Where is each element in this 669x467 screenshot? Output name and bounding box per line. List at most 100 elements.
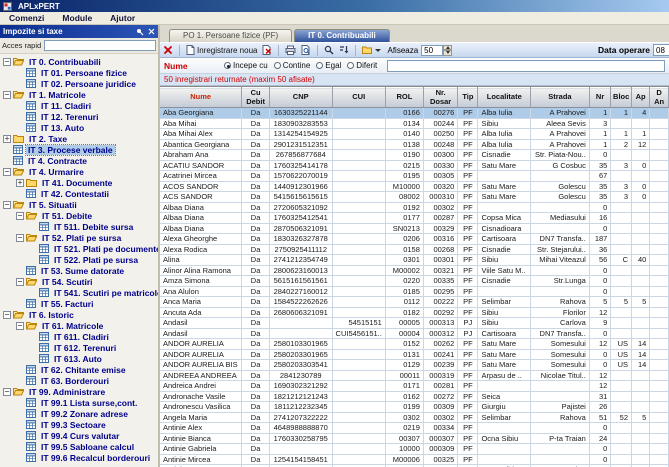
tab-po-1-persoane-fizice-pf-[interactable]: PO 1. Persoane fizice (PF) (169, 29, 292, 42)
table-row[interactable]: ANDREEA ANDREEADa284123078900011000319PF… (160, 370, 669, 381)
table-row[interactable]: Abantica GeorgianaDa29012315123510138002… (160, 139, 669, 150)
column-header-nr-dosar[interactable]: Nr. Dosar (423, 88, 457, 108)
tree-item[interactable]: IT 42. Contestatii (0, 188, 158, 199)
tree-item[interactable]: −IT 51. Debite (0, 210, 158, 221)
radio-button[interactable] (224, 62, 231, 69)
quick-access-input[interactable] (44, 40, 156, 51)
search-button[interactable] (323, 45, 335, 55)
tree-item[interactable]: −IT 6. Istoric (0, 309, 158, 320)
table-row[interactable]: Aba MihaiDa1830903283553013400244PFSibiu… (160, 118, 669, 129)
table-row[interactable]: ANDOR AURELIADa2580103301965015200262PFS… (160, 339, 669, 350)
collapse-icon[interactable]: − (3, 311, 11, 319)
show-count-spinner[interactable] (421, 45, 452, 56)
tree-item[interactable]: −IT 99. Administrare (0, 386, 158, 397)
radio-button[interactable] (347, 62, 354, 69)
table-row[interactable]: Albaa DianaDa1760325412541017700287PFCop… (160, 213, 669, 224)
delete-record-button[interactable] (261, 45, 273, 55)
show-count-input[interactable] (421, 45, 443, 56)
spinner-down-icon[interactable] (443, 50, 452, 56)
collapse-icon[interactable]: − (3, 58, 11, 66)
tree-item[interactable]: IT 613. Auto (0, 353, 158, 364)
filter-option-egal[interactable]: Egal (316, 61, 341, 70)
table-row[interactable]: Anca MariaDa1584522262626011200222PFSeli… (160, 297, 669, 308)
filter-option-contine[interactable]: Contine (274, 61, 311, 70)
table-row[interactable]: Aba GeorgianaDa1630325221144016600276PFA… (160, 108, 669, 119)
filter-option-diferit[interactable]: Diferit (347, 61, 377, 70)
table-row[interactable]: Alinor Alina RamonaDa2800623160013M00002… (160, 265, 669, 276)
tree-item[interactable]: IT 612. Terenuri (0, 342, 158, 353)
table-row[interactable]: Acatrinei MirceaDa1570622070019019500305… (160, 171, 669, 182)
column-header-ap[interactable]: Ap (632, 88, 650, 108)
tree-item[interactable]: IT 01. Persoane fizice (0, 67, 158, 78)
table-row[interactable]: Alexa GheorgheDa1830326327878020600316PF… (160, 234, 669, 245)
collapse-icon[interactable]: − (16, 234, 24, 242)
collapse-icon[interactable]: − (16, 322, 24, 330)
table-row[interactable]: AlinaDa2741212354749030100301PFSibiuMiha… (160, 255, 669, 266)
tree-item[interactable]: IT 12. Terenuri (0, 111, 158, 122)
column-header-nume[interactable]: Nume (160, 88, 242, 108)
table-row[interactable]: Antinie AlexDa4648988888870021900334PF0 (160, 423, 669, 434)
close-panel-icon[interactable] (148, 28, 155, 35)
table-row[interactable]: Albaa DianaDa2720605321092019200302PF0 (160, 202, 669, 213)
pin-icon[interactable] (136, 28, 144, 36)
column-header-tip[interactable]: Tip (458, 88, 478, 108)
column-header-bloc[interactable]: Bloc (611, 88, 632, 108)
tree-item[interactable]: IT 511. Debite sursa (0, 221, 158, 232)
column-header-extra[interactable]: D An (650, 88, 669, 108)
tree-item[interactable]: −IT 0. Contribuabili (0, 56, 158, 67)
table-row[interactable]: Angela MariaDa2741207322222030200302PFSe… (160, 412, 669, 423)
collapse-icon[interactable]: − (16, 212, 24, 220)
table-row[interactable]: Antinie MirceaDa1254154158451M0000600325… (160, 454, 669, 465)
radio-button[interactable] (316, 62, 323, 69)
tree-item[interactable]: IT 02. Persoane juridice (0, 78, 158, 89)
tree-item[interactable]: IT 541. Scutiri pe matricole (0, 287, 158, 298)
table-row[interactable]: AndasilDa5451515100005000313PJSibiuCarlo… (160, 318, 669, 329)
expand-icon[interactable]: + (16, 179, 24, 187)
print-button[interactable] (284, 45, 297, 55)
column-header-strada[interactable]: Strada (531, 88, 590, 108)
table-row[interactable]: Abraham AnaDa267856877684019000300PFCisn… (160, 150, 669, 161)
print-preview-button[interactable] (300, 45, 312, 55)
tree-item[interactable]: IT 99.5 Sabloane calcul (0, 441, 158, 452)
table-row[interactable]: ACATIU SANDORDa1760325414178021500330PFS… (160, 160, 669, 171)
tree-item[interactable]: IT 4. Contracte (0, 155, 158, 166)
tree-item[interactable]: IT 3. Procese verbale (0, 144, 158, 155)
table-row[interactable]: Albaa DianaDa2870506321091SN021300329PFC… (160, 223, 669, 234)
column-header-rol[interactable]: ROL (385, 88, 423, 108)
table-row[interactable]: Antinie BiancaDa176033025879500307000307… (160, 433, 669, 444)
table-row[interactable]: Amza SimonaDa5615161561561022000335PFCis… (160, 276, 669, 287)
tree-item[interactable]: IT 62. Chitante emise (0, 364, 158, 375)
filter-option-incepe-cu[interactable]: Incepe cu (224, 61, 268, 70)
menu-ajutor[interactable]: Ajutor (101, 13, 144, 23)
operation-date-input[interactable] (653, 44, 669, 56)
new-record-button[interactable]: Inregistrare noua (185, 45, 258, 55)
sort-button[interactable] (338, 45, 350, 55)
tree-item[interactable]: −IT 61. Matricole (0, 320, 158, 331)
column-header-nr[interactable]: Nr (589, 88, 611, 108)
expand-icon[interactable]: + (3, 135, 11, 143)
tree-item[interactable]: IT 11. Cladiri (0, 100, 158, 111)
menu-comenzi[interactable]: Comenzi (0, 13, 53, 23)
table-row[interactable]: Aba Mihai AlexDa1314254154925014000250PF… (160, 129, 669, 140)
tree-item[interactable]: IT 55. Facturi (0, 298, 158, 309)
tree-item[interactable]: IT 99.2 Zonare adrese (0, 408, 158, 419)
table-row[interactable]: ACOS SANDORDa1440912301966M1000000320PFS… (160, 181, 669, 192)
table-row[interactable]: Andreica AndreiDa1690302321292017100281P… (160, 381, 669, 392)
table-row[interactable]: ANDOR AURELIA BISDa258020330354101290023… (160, 360, 669, 371)
menu-module[interactable]: Module (53, 13, 101, 23)
column-header-cnp[interactable]: CNP (269, 88, 332, 108)
tree-item[interactable]: IT 99.4 Curs valutar (0, 430, 158, 441)
collapse-icon[interactable]: − (3, 201, 11, 209)
chevron-down-icon[interactable] (375, 49, 381, 52)
close-button[interactable] (162, 45, 174, 55)
tree-item[interactable]: −IT 52. Plati pe sursa (0, 232, 158, 243)
tree-item[interactable]: IT 611. Cladiri (0, 331, 158, 342)
table-row[interactable]: ANDOR AURELIADa2580203301965013100241PFS… (160, 349, 669, 360)
collapse-icon[interactable]: − (16, 278, 24, 286)
tree-item[interactable]: −IT 5. Situatii (0, 199, 158, 210)
tree-item[interactable]: IT 522. Plati pe sursa (0, 254, 158, 265)
table-row[interactable]: Ana AlulonDa2840227160012018500295PF0 (160, 286, 669, 297)
tree-item[interactable]: IT 63. Borderouri (0, 375, 158, 386)
table-row[interactable]: ACS SANDORDa541561561561508002000310PFSa… (160, 192, 669, 203)
tree-item[interactable]: −IT 1. Matricole (0, 89, 158, 100)
